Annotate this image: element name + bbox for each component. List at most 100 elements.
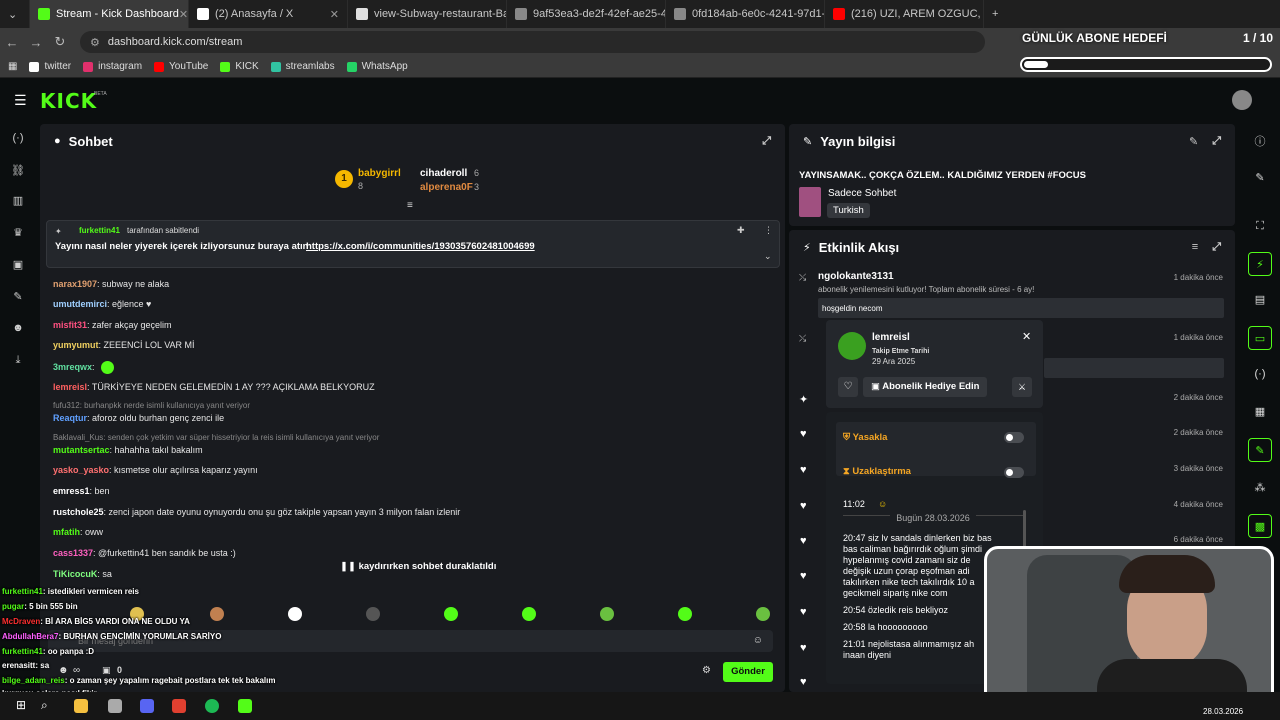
chat-username[interactable]: narax1907 [53, 279, 97, 289]
gift-sub-button[interactable]: ▣ Abonelik Hediye Edin [863, 377, 987, 397]
kick-logo[interactable]: KICK [40, 89, 97, 113]
edit-icon[interactable]: ✎ [1248, 166, 1272, 190]
kick-emote-icon[interactable] [600, 607, 614, 621]
kick-emote-icon[interactable] [678, 607, 692, 621]
reply-context[interactable]: fufu312: burhanpkk nerde isimli kullanıc… [53, 401, 250, 410]
chat-username[interactable]: rustchole25 [53, 507, 104, 517]
popout-icon[interactable]: ⤢ [1212, 135, 1221, 148]
document-icon[interactable]: ▤ [1248, 288, 1272, 312]
share-icon[interactable]: ⁂ [1248, 476, 1272, 500]
popout-icon[interactable]: ⤢ [1212, 241, 1221, 254]
edit-icon[interactable]: ✎ [1189, 135, 1198, 148]
popup-username[interactable]: lemreisl [872, 332, 910, 343]
file-explorer-icon[interactable] [74, 699, 88, 713]
chat-paused-notice[interactable]: ❚❚ kaydırırken sohbet duraklatıldı [340, 561, 496, 572]
avatar[interactable] [1232, 90, 1252, 110]
bookmark-instagram[interactable]: instagram [83, 61, 142, 72]
wrench-icon[interactable]: ✎ [11, 290, 25, 304]
kick-emote-icon[interactable] [756, 607, 770, 621]
activity-username[interactable]: ngolokante3131 [818, 271, 894, 282]
mod-tools-button[interactable]: ⚔ [1012, 377, 1032, 397]
chat-username[interactable]: 3mreqwx [53, 362, 92, 372]
kick-emote-icon[interactable] [444, 607, 458, 621]
chat-username[interactable]: Reaqtur [53, 413, 87, 423]
forward-icon[interactable]: → [24, 35, 48, 50]
chat-username[interactable]: yasko_yasko [53, 465, 109, 475]
tab-uuid-2[interactable]: 0fd184ab-6e0c-4241-97d1-85✕ [666, 0, 825, 28]
pinned-by-user[interactable]: furkettin41 [79, 226, 120, 235]
send-button[interactable]: Gönder [723, 662, 773, 682]
video-icon[interactable]: ▣ [11, 258, 25, 272]
chat-username[interactable]: umutdemirci [53, 299, 107, 309]
tabi-emote-icon[interactable] [366, 607, 380, 621]
expand-leaderboard-icon[interactable]: ≡ [407, 200, 413, 211]
analytics-icon[interactable]: ▥ [11, 194, 25, 208]
chat-username[interactable]: emress1 [53, 486, 90, 496]
leader-name[interactable]: cihaderoll [420, 168, 467, 179]
emote-icon[interactable] [210, 607, 224, 621]
lightning-icon[interactable]: ⚡ [1248, 252, 1272, 276]
leader-name[interactable]: babygirrl [358, 168, 401, 179]
bookmark-kick[interactable]: KICK [220, 61, 259, 72]
store-icon[interactable]: ▣ [102, 665, 111, 676]
tab-youtube[interactable]: (216) UZI, AREM OZGUC, ARMA✕ [825, 0, 984, 28]
chat-username[interactable]: mfatih [53, 527, 80, 537]
more-icon[interactable]: ⋮ [764, 225, 773, 236]
link-icon[interactable]: ⛓ [11, 164, 25, 178]
info-icon[interactable]: ⓘ [1248, 130, 1272, 154]
bookmark-whatsapp[interactable]: WhatsApp [346, 61, 408, 72]
print-icon[interactable]: ▦ [1248, 400, 1272, 424]
chat-username[interactable]: lemreisl [53, 382, 87, 392]
download-icon[interactable]: ⤓ [11, 354, 25, 368]
chat-username[interactable]: yumyumut [53, 340, 99, 350]
tools-icon[interactable]: ✎ [1248, 438, 1272, 462]
kick-app-icon[interactable] [238, 699, 252, 713]
chat-icon[interactable]: ▭ [1248, 326, 1272, 350]
reply-context[interactable]: Baklavali_Kus: senden çok yetkim var süp… [53, 433, 379, 442]
tab-subway[interactable]: view-Subway-restaurant-Bangk✕ [348, 0, 507, 28]
close-tab-icon[interactable]: ✕ [179, 8, 188, 21]
chat-username[interactable]: cass1337 [53, 548, 93, 558]
chat-settings-icon[interactable]: ⚙ [702, 665, 711, 676]
chat-username[interactable]: TiKicocuK [53, 569, 97, 579]
infinity-icon[interactable]: ∞ [73, 665, 80, 676]
people-icon[interactable]: ☻ [58, 665, 69, 676]
filter-icon[interactable]: ≡ [1192, 241, 1198, 253]
windows-start-icon[interactable]: ⊞ [16, 698, 26, 712]
close-tab-icon[interactable]: ✕ [330, 8, 339, 21]
tab-search-button[interactable]: ⌄ [0, 0, 30, 28]
discord-icon[interactable] [140, 699, 154, 713]
trophy-icon[interactable]: ♛ [11, 226, 25, 240]
broadcast-signal-icon[interactable]: (·) [1248, 362, 1272, 386]
site-info-icon[interactable]: ⚙ [90, 36, 100, 49]
tab-uuid-1[interactable]: 9af53ea3-de2f-42ef-ae25-4ef9✕ [507, 0, 666, 28]
search-icon[interactable]: ⌕ [41, 698, 48, 713]
bookmark-streamlabs[interactable]: streamlabs [270, 61, 335, 72]
reload-icon[interactable]: ↻ [48, 34, 72, 50]
close-icon[interactable]: ✕ [1022, 330, 1031, 343]
kick-emote-icon[interactable] [522, 607, 536, 621]
category-name[interactable]: Sadece Sohbet [828, 188, 896, 199]
ban-toggle[interactable] [1004, 432, 1024, 443]
pinned-link[interactable]: https://x.com/i/communities/193035760248… [306, 241, 535, 252]
apps-grid-icon[interactable]: ▦ [8, 61, 17, 72]
fullscreen-icon[interactable]: ⛶ [1248, 214, 1272, 238]
chat-username[interactable]: misfit31 [53, 320, 87, 330]
leader-name[interactable]: alperena0F [420, 182, 473, 193]
category-thumbnail[interactable] [799, 187, 821, 217]
unpin-icon[interactable]: ✚ [737, 225, 745, 236]
soccer-ball-icon[interactable] [288, 607, 302, 621]
popout-icon[interactable]: ⤢ [762, 135, 771, 148]
bookmark-twitter[interactable]: twitter [29, 61, 71, 72]
clapper-icon[interactable]: ▩ [1248, 514, 1272, 538]
spotify-icon[interactable] [205, 699, 219, 713]
new-tab-button[interactable]: + [984, 0, 1014, 28]
chevron-down-icon[interactable]: ⌄ [764, 251, 772, 262]
timeout-toggle[interactable] [1004, 467, 1024, 478]
users-icon[interactable]: ☻ [11, 322, 25, 336]
chrome-icon[interactable] [172, 699, 186, 713]
bookmark-youtube[interactable]: YouTube [154, 61, 208, 72]
tab-kick-dashboard[interactable]: Stream - Kick Dashboard ✕ [30, 0, 189, 28]
follow-heart-button[interactable]: ♡ [838, 377, 858, 397]
back-icon[interactable]: ← [0, 35, 24, 50]
